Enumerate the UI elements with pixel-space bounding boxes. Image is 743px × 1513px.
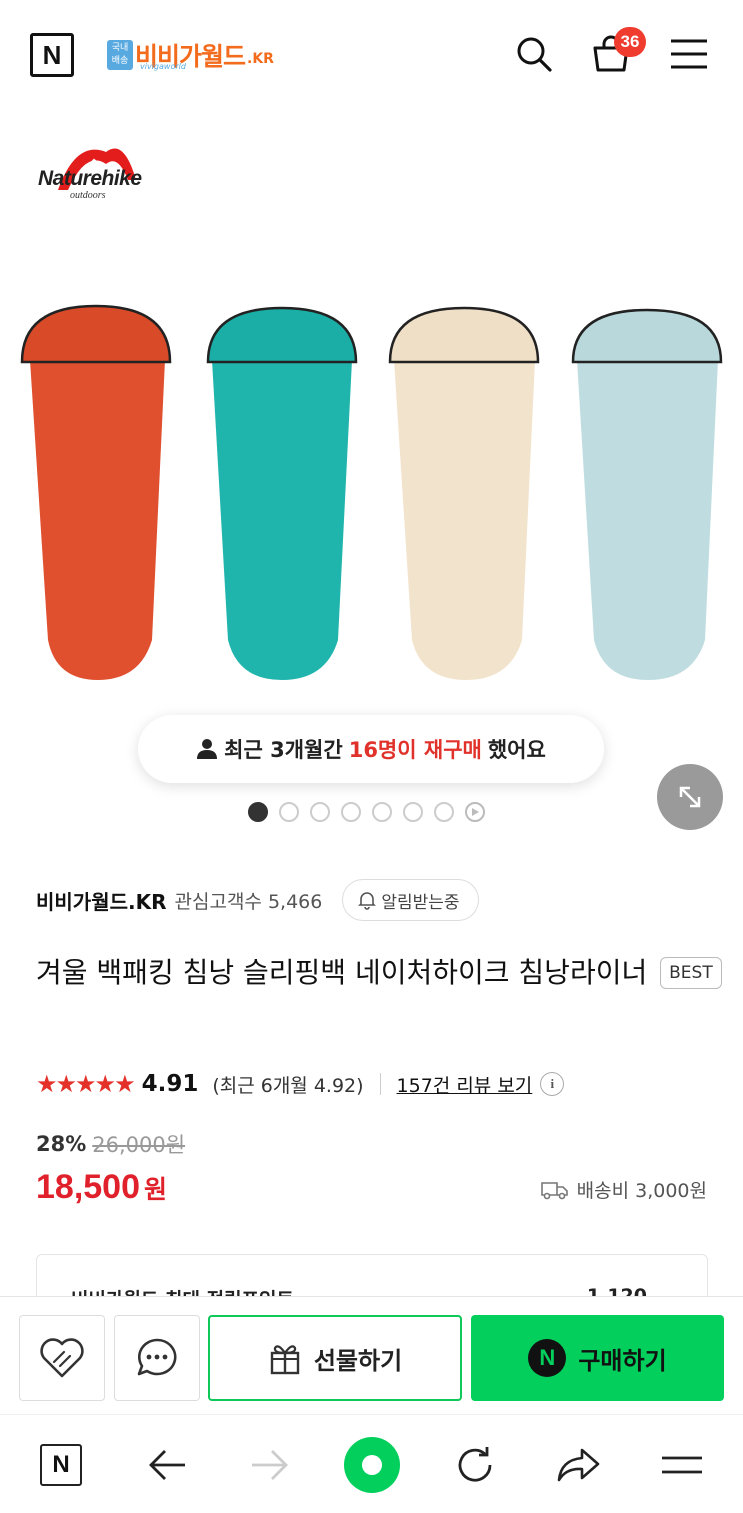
brand-sub: outdoors <box>70 190 106 201</box>
original-price: 26,000원 <box>92 1133 186 1157</box>
price-currency: 원 <box>144 1175 168 1204</box>
discount-rate: 28% <box>36 1132 87 1156</box>
gift-icon <box>270 1345 300 1375</box>
forward-button[interactable] <box>242 1437 298 1493</box>
reviews-link[interactable]: 157건 리뷰 보기 <box>397 1071 533 1098</box>
back-button[interactable] <box>139 1437 195 1493</box>
best-badge: BEST <box>660 957 722 989</box>
refresh-icon <box>458 1447 492 1482</box>
gallery-dot[interactable] <box>372 802 392 822</box>
price-value: 18,500 <box>36 1168 140 1206</box>
recent-rating: (최근 6개월 4.92) <box>212 1074 364 1097</box>
cart-count-badge: 36 <box>614 27 646 57</box>
store-logo-suffix: .KR <box>247 51 274 67</box>
discount-row: 28% 26,000원 <box>36 1126 185 1162</box>
expand-icon <box>679 786 701 808</box>
browser-menu-button[interactable] <box>654 1437 710 1493</box>
product-title: 겨울 백패킹 침낭 슬리핑백 네이처하이크 침낭라이너 BEST <box>36 948 726 998</box>
share-button[interactable] <box>550 1437 606 1493</box>
gallery-dot[interactable] <box>341 802 361 822</box>
bag-lightblue <box>571 308 723 680</box>
arrow-right-icon <box>252 1450 288 1480</box>
green-dot-icon <box>344 1437 400 1493</box>
share-icon <box>557 1448 600 1482</box>
gallery-pagination <box>248 802 485 822</box>
naver-home-button[interactable]: N <box>33 1437 89 1493</box>
repurchase-suffix: 했어요 <box>487 738 546 762</box>
repurchase-banner: 최근 3개월간 16명이 재구매 했어요 <box>138 715 604 783</box>
divider <box>379 1073 381 1095</box>
refresh-button[interactable] <box>447 1437 503 1493</box>
heart-icon <box>40 1338 84 1378</box>
repurchase-prefix: 최근 3개월간 <box>224 738 343 762</box>
gallery-dot[interactable] <box>279 802 299 822</box>
store-name[interactable]: 비비가월드.KR <box>36 886 167 915</box>
bell-icon <box>358 892 377 910</box>
star-rating-icon: ★★★★★ <box>36 1070 136 1098</box>
person-icon <box>197 739 218 759</box>
purchase-bar: 선물하기 N 구매하기 <box>0 1296 743 1414</box>
bag-orange <box>20 304 172 680</box>
naver-n-icon: N <box>40 1444 82 1486</box>
wishlist-button[interactable] <box>19 1315 105 1401</box>
hamburger-icon <box>662 1456 702 1474</box>
bag-cream <box>388 306 540 680</box>
top-header: N 국내 배송 비비가월드 .KR vivigaworld 36 <box>0 0 743 110</box>
arrow-left-icon <box>149 1450 185 1480</box>
naver-home-logo[interactable]: N <box>30 33 74 77</box>
truck-icon <box>540 1181 568 1199</box>
product-image-gallery[interactable]: Naturehike outdoors 최근 3개월간 16명이 재구매 했어요 <box>0 110 743 830</box>
repurchase-highlight: 16명이 재구매 <box>348 738 482 762</box>
menu-icon[interactable] <box>667 32 711 76</box>
store-logo-sub: vivigaworld <box>140 62 186 71</box>
video-play-icon[interactable] <box>465 802 485 822</box>
chat-icon <box>137 1338 177 1376</box>
browser-nav-bar: N <box>0 1414 743 1513</box>
sleeping-bag-liners-image <box>20 304 723 680</box>
gift-button[interactable]: 선물하기 <box>208 1315 462 1401</box>
green-dot-button[interactable] <box>344 1437 400 1493</box>
sale-price: 18,500 원 <box>36 1168 167 1207</box>
rating-row: ★★★★★ 4.91 (최근 6개월 4.92) 157건 리뷰 보기 i <box>36 1064 565 1104</box>
store-logo[interactable]: 국내 배송 비비가월드 .KR vivigaworld <box>107 38 274 72</box>
info-icon[interactable]: i <box>540 1072 565 1096</box>
naverpay-n-icon: N <box>528 1339 567 1377</box>
gallery-dot[interactable] <box>434 802 454 822</box>
gallery-dot[interactable] <box>310 802 330 822</box>
expand-image-button[interactable] <box>657 764 723 830</box>
store-fans-count: 관심고객수 5,466 <box>174 890 323 913</box>
shipping-fee: 배송비 3,000원 <box>540 1176 707 1203</box>
gallery-dot[interactable] <box>403 802 423 822</box>
search-icon[interactable] <box>512 32 556 76</box>
buy-now-button[interactable]: N 구매하기 <box>471 1315 724 1401</box>
bag-teal <box>206 306 358 680</box>
rating-score: 4.91 <box>141 1071 199 1097</box>
alarm-subscribe-button[interactable]: 알림받는중 <box>342 879 479 921</box>
talktalk-button[interactable] <box>114 1315 200 1401</box>
domestic-shipping-badge: 국내 배송 <box>107 40 133 70</box>
store-info-row: 비비가월드.KR 관심고객수 5,466 알림받는중 <box>36 878 479 922</box>
gallery-dot[interactable] <box>248 802 268 822</box>
brand-name: Naturehike <box>38 167 142 190</box>
